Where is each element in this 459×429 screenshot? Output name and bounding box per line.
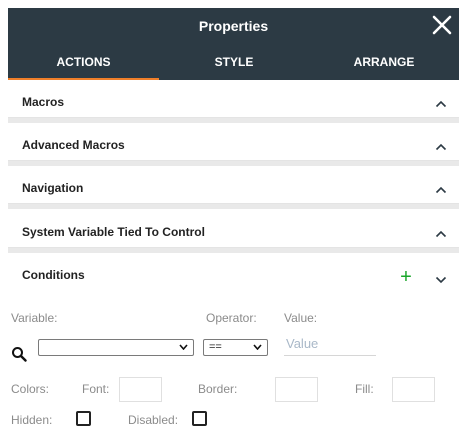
fill-color-swatch[interactable]	[392, 377, 435, 402]
chevron-down-icon	[179, 344, 188, 350]
chevron-up-icon[interactable]	[435, 100, 447, 108]
section-system-variable[interactable]: System Variable Tied To Control	[8, 210, 459, 248]
border-color-label: Border:	[198, 382, 238, 396]
tab-bar: ACTIONS STYLE ARRANGE	[8, 45, 459, 80]
section-conditions[interactable]: Conditions	[8, 253, 459, 291]
search-icon[interactable]	[11, 346, 27, 362]
close-icon[interactable]	[431, 13, 453, 37]
tab-arrange[interactable]: ARRANGE	[309, 45, 459, 80]
tab-style[interactable]: STYLE	[159, 45, 309, 80]
hidden-checkbox[interactable]	[76, 411, 91, 426]
section-label: Conditions	[22, 268, 85, 282]
colors-label: Colors:	[11, 382, 50, 396]
properties-header: Properties	[8, 8, 459, 45]
section-label: Advanced Macros	[22, 138, 125, 152]
chevron-up-icon[interactable]	[435, 230, 447, 238]
section-macros[interactable]: Macros	[8, 80, 459, 118]
section-navigation[interactable]: Navigation	[8, 166, 459, 204]
font-color-label: Font:	[82, 382, 110, 396]
chevron-down-icon[interactable]	[435, 276, 447, 284]
variable-label: Variable:	[11, 311, 58, 325]
section-label: Macros	[22, 95, 65, 109]
value-label: Value:	[284, 311, 318, 325]
operator-select[interactable]: ==	[203, 339, 268, 356]
value-input[interactable]: Value	[284, 334, 376, 356]
border-color-swatch[interactable]	[275, 377, 318, 402]
operator-select-value: ==	[209, 341, 222, 353]
disabled-checkbox[interactable]	[192, 411, 207, 426]
value-placeholder: Value	[286, 336, 319, 351]
variable-select[interactable]	[38, 339, 194, 356]
section-advanced-macros[interactable]: Advanced Macros	[8, 123, 459, 161]
hidden-label: Hidden:	[11, 413, 53, 427]
font-color-swatch[interactable]	[119, 377, 162, 402]
panel-title: Properties	[198, 18, 269, 34]
chevron-up-icon[interactable]	[435, 186, 447, 194]
fill-color-label: Fill:	[355, 382, 374, 396]
section-label: System Variable Tied To Control	[22, 225, 205, 239]
add-condition-button[interactable]: +	[398, 267, 414, 287]
section-label: Navigation	[22, 181, 84, 195]
disabled-label: Disabled:	[128, 413, 179, 427]
operator-label: Operator:	[206, 311, 257, 325]
section-divider	[8, 204, 459, 209]
chevron-up-icon[interactable]	[435, 143, 447, 151]
tab-actions[interactable]: ACTIONS	[8, 45, 159, 80]
chevron-down-icon	[253, 344, 262, 350]
